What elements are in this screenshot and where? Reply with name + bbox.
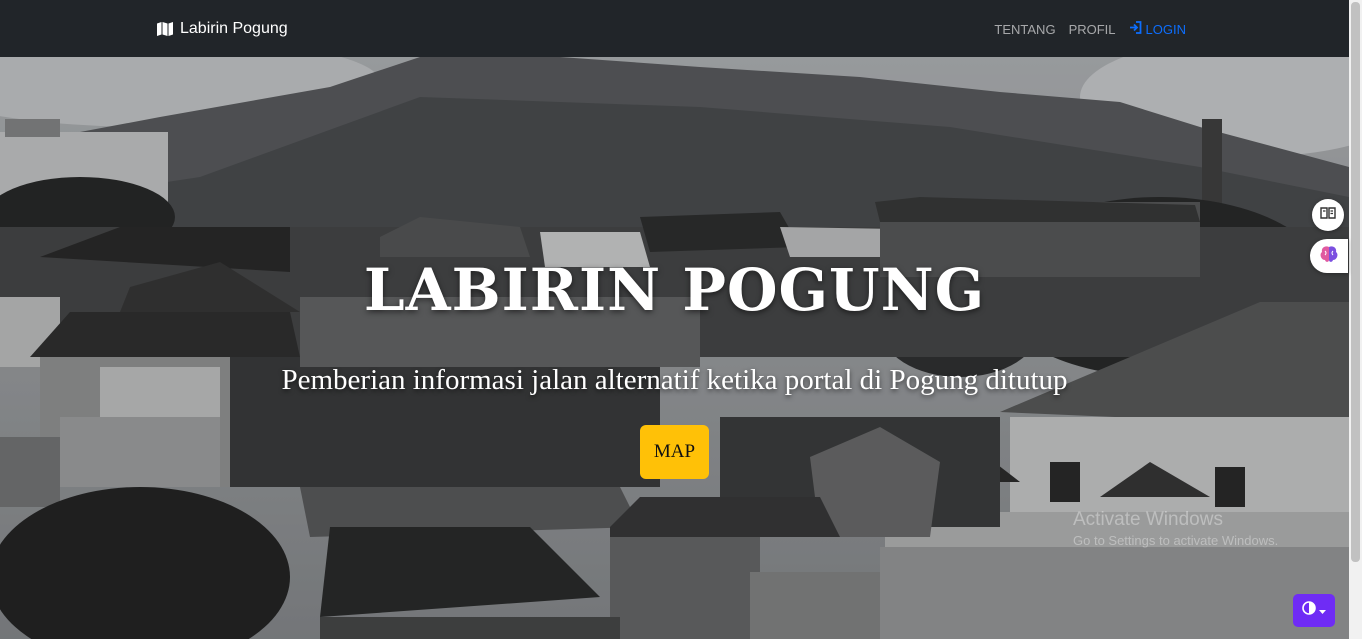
hero-title: LABIRIN POGUNG [363,256,986,324]
contrast-icon [1302,601,1316,620]
login-icon [1129,21,1142,37]
nav-link-tentang[interactable]: TENTANG [994,22,1055,37]
top-navbar: Labirin Pogung TENTANG PROFIL LOGIN [0,0,1349,57]
caret-down-icon [1319,602,1326,620]
hero-section: LABIRIN POGUNG Pemberian informasi jalan… [0,57,1349,639]
nav-link-label: LOGIN [1145,21,1186,37]
activate-windows-watermark: Activate Windows Go to Settings to activ… [1073,509,1278,548]
nav-link-label: TENTANG [994,21,1056,37]
reader-float-button[interactable] [1312,199,1344,231]
book-reader-icon [1320,206,1336,225]
nav-link-profil[interactable]: PROFIL [1069,22,1116,37]
brand-label: Labirin Pogung [180,20,288,37]
watermark-subtitle: Go to Settings to activate Windows. [1073,533,1279,548]
nav-link-login[interactable]: LOGIN [1129,21,1186,37]
scrollbar-thumb[interactable] [1351,2,1360,562]
hero-overlay [0,57,1349,639]
watermark-title: Activate Windows [1073,509,1223,530]
page-scrollbar[interactable] [1349,0,1362,639]
nav-links: TENTANG PROFIL LOGIN [994,20,1186,38]
theme-toggle-button[interactable] [1293,594,1335,627]
brain-float-button[interactable] [1310,239,1348,273]
map-icon [156,21,174,37]
brain-icon [1319,245,1339,268]
brand-link[interactable]: Labirin Pogung [156,18,288,40]
nav-link-label: PROFIL [1068,21,1116,37]
map-button[interactable]: MAP [640,425,709,479]
hero-subtitle: Pemberian informasi jalan alternatif ket… [281,364,1068,396]
